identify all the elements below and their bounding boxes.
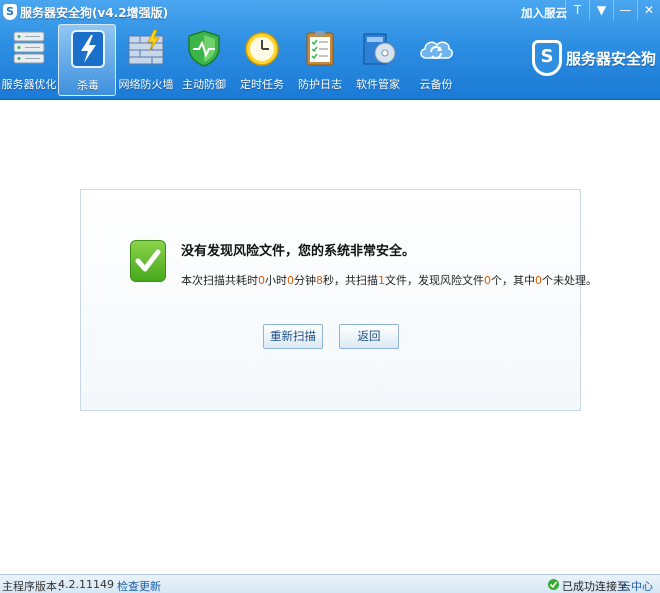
toolbar-item-label: 云备份 <box>419 78 453 91</box>
software-box-icon <box>363 33 396 65</box>
brand-badge: S 服务器安全狗 <box>532 38 660 84</box>
detail-text: 秒，共扫描 <box>323 274 378 287</box>
close-button[interactable]: ✕ <box>637 0 660 20</box>
main-toolbar: 服务器优化 杀毒 网络防火墙 主动防御 定时任务 防护日志 软件管家 云备份 <box>0 24 520 98</box>
app-title: 服务器安全狗(v4.2增强版) <box>20 6 169 20</box>
clipboard-icon <box>306 31 334 66</box>
version-number: 4.2.11149 <box>58 578 114 591</box>
back-button[interactable]: 返回 <box>339 324 399 349</box>
detail-text: 本次扫描共耗时 <box>181 274 258 287</box>
minutes-value: 0 <box>287 274 294 287</box>
minimize-button[interactable]: — <box>613 0 637 20</box>
toolbar-item-firewall[interactable]: 网络防火墙 <box>117 24 175 96</box>
toolbar-item-cloud-backup[interactable]: 云备份 <box>407 24 465 96</box>
unhandled-count: 0 <box>535 274 542 287</box>
toolbar-item-scheduled-tasks[interactable]: 定时任务 <box>233 24 291 96</box>
detail-text: 个，其中 <box>491 274 535 287</box>
menu-dropdown-button[interactable]: ▼ <box>589 0 613 20</box>
connected-check-icon <box>548 579 559 590</box>
app-logo-icon: S <box>3 4 17 20</box>
risk-count: 0 <box>484 274 491 287</box>
toolbar-item-antivirus[interactable]: 杀毒 <box>58 24 116 96</box>
connection-status: 已成功连接至 <box>562 580 628 593</box>
firewall-icon <box>128 29 164 65</box>
join-cloud-link[interactable]: 加入服云 <box>521 5 567 21</box>
cloud-sync-icon <box>420 41 453 59</box>
checkmark-icon <box>130 240 166 282</box>
clock-icon <box>245 32 279 66</box>
rescan-button[interactable]: 重新扫描 <box>263 324 323 349</box>
scan-result-page: 没有发现风险文件，您的系统非常安全。 本次扫描共耗时0小时0分钟8秒，共扫描1文… <box>0 101 660 574</box>
detail-text: 小时 <box>265 274 287 287</box>
brand-text: 服务器安全狗 <box>566 50 657 68</box>
result-detail: 本次扫描共耗时0小时0分钟8秒，共扫描1文件，发现风险文件0个，其中0个未处理。 <box>181 272 597 288</box>
detail-text: 个未处理。 <box>542 274 597 287</box>
top-bar: S 服务器安全狗(v4.2增强版) 加入服云 T ▼ — ✕ 服务器优化 杀毒 <box>0 0 660 100</box>
scanned-count: 1 <box>378 274 385 287</box>
scan-result-panel: 没有发现风险文件，您的系统非常安全。 本次扫描共耗时0小时0分钟8秒，共扫描1文… <box>80 189 597 411</box>
hours-value: 0 <box>258 274 265 287</box>
server-icon <box>13 31 45 64</box>
cloud-center-link[interactable]: 云中心 <box>620 578 653 593</box>
status-bar: 主程序版本： 4.2.11149 检查更新 已成功连接至 云中心 <box>0 574 660 593</box>
toolbar-item-protection-log[interactable]: 防护日志 <box>291 24 349 96</box>
detail-text: 文件，发现风险文件 <box>385 274 484 287</box>
brand-shield-icon: S <box>532 40 562 76</box>
title-bar: S 服务器安全狗(v4.2增强版) 加入服云 T ▼ — ✕ <box>0 0 660 24</box>
toolbar-item-active-defense[interactable]: 主动防御 <box>175 24 233 96</box>
skin-button[interactable]: T <box>565 0 589 20</box>
shield-icon <box>188 30 220 67</box>
toolbar-item-software-manager[interactable]: 软件管家 <box>349 24 407 96</box>
seconds-value: 8 <box>316 274 323 287</box>
detail-text: 分钟 <box>294 274 316 287</box>
toolbar-item-server-optimize[interactable]: 服务器优化 <box>0 24 58 96</box>
lightning-icon <box>71 30 105 68</box>
result-title: 没有发现风险文件，您的系统非常安全。 <box>181 244 416 259</box>
check-update-link[interactable]: 检查更新 <box>117 578 161 593</box>
